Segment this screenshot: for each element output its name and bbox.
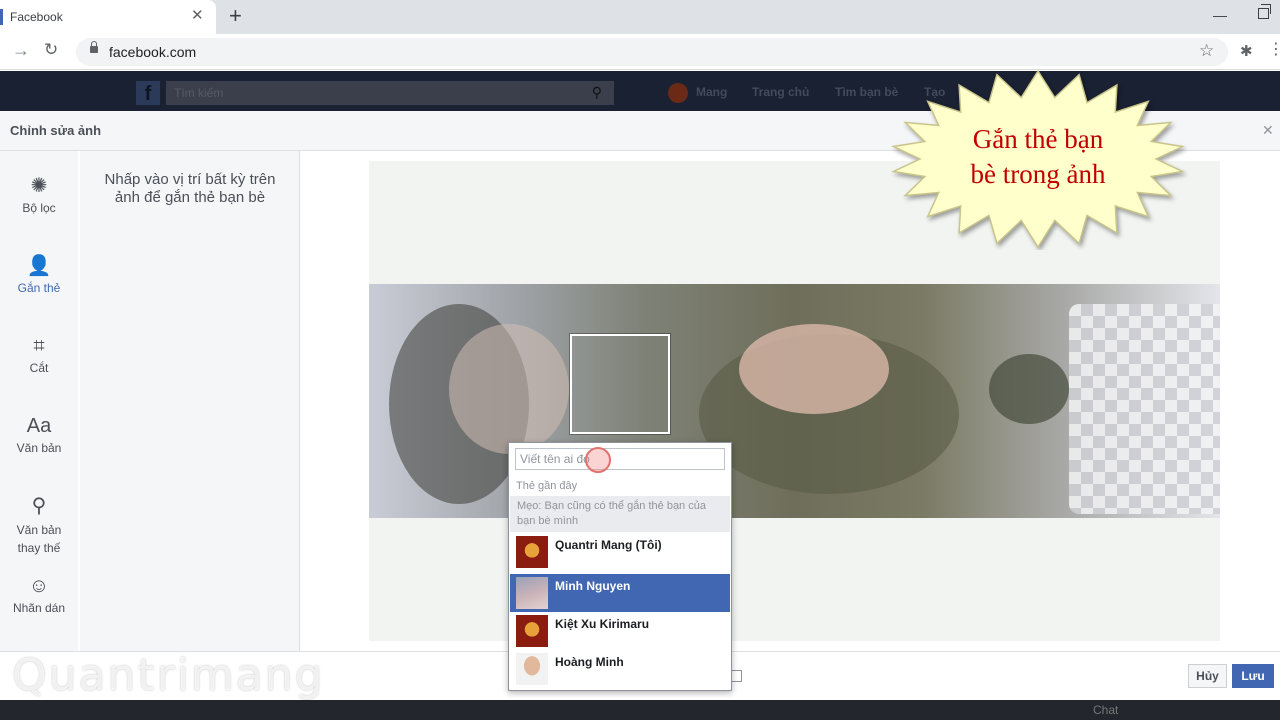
cancel-button[interactable]: Hủy <box>1188 664 1227 688</box>
tag-instruction: Nhấp vào vị trí bất kỳ trên ảnh để gắn t… <box>104 171 276 206</box>
tag-tip: Mẹo: Bạn cũng có thể gắn thẻ bạn của bạn… <box>510 496 730 532</box>
facebook-search-input[interactable]: Tìm kiếm ⚲ <box>166 81 614 105</box>
tag-name-input[interactable] <box>515 448 725 470</box>
avatar <box>516 653 548 685</box>
tag-person-icon: 👤 <box>26 255 52 277</box>
address-bar[interactable]: facebook.com ☆ <box>76 38 1228 66</box>
friend-name: Hoàng Minh <box>555 655 624 669</box>
menu-kebab-icon[interactable]: ⋮ <box>1268 42 1280 58</box>
facebook-favicon-icon <box>0 9 3 25</box>
browser-toolbar: → ↻ facebook.com ☆ ✱ ⋮ <box>0 34 1280 70</box>
tool-sticker[interactable]: ☺ Nhãn dán <box>0 575 78 615</box>
close-tab-icon[interactable]: ✕ <box>191 8 204 24</box>
url-text: facebook.com <box>109 44 197 60</box>
restore-window-icon[interactable] <box>1258 4 1271 19</box>
tab-title: Facebook <box>10 10 63 24</box>
reload-icon[interactable]: ↻ <box>44 40 58 60</box>
editable-photo[interactable] <box>369 284 1220 518</box>
photo-checker-pattern <box>1069 304 1220 514</box>
chat-label[interactable]: Chat <box>1093 703 1118 717</box>
tool-label: Nhãn dán <box>12 601 66 615</box>
bookmark-star-icon[interactable]: ☆ <box>1199 41 1214 61</box>
extensions-icon[interactable]: ✱ <box>1240 42 1253 60</box>
tool-filter[interactable]: ✺ Bộ lọc <box>0 175 78 215</box>
minimize-icon[interactable]: — <box>1213 7 1227 23</box>
friend-option[interactable]: Hoàng Minh <box>510 650 730 688</box>
smiley-icon: ☺ <box>28 575 50 597</box>
friend-option[interactable]: Kiệt Xu Kirimaru <box>510 612 730 650</box>
avatar <box>516 577 548 609</box>
photo-patch-shape <box>989 354 1069 424</box>
tool-label: Văn bản thay thế <box>16 523 62 555</box>
new-tab-icon[interactable]: + <box>229 5 242 27</box>
friend-option-selected[interactable]: Minh Nguyen <box>510 574 730 612</box>
browser-tabbar: Facebook ✕ + — <box>0 0 1280 34</box>
tool-crop[interactable]: ⌗ Cắt <box>0 335 78 375</box>
search-placeholder: Tìm kiếm <box>174 86 224 100</box>
tool-alt-text[interactable]: ⚲ Văn bản thay thế <box>0 495 78 557</box>
browser-tab[interactable]: Facebook ✕ <box>0 0 216 34</box>
click-indicator <box>585 447 611 473</box>
facebook-logo-icon[interactable]: f <box>136 81 160 105</box>
tag-instruction-panel: Nhấp vào vị trí bất kỳ trên ảnh để gắn t… <box>80 151 300 651</box>
tool-text[interactable]: Aa Văn bản <box>0 415 78 455</box>
tool-label: Văn bản <box>16 441 62 455</box>
tool-tag[interactable]: 👤 Gắn thẻ <box>0 255 78 295</box>
nav-home[interactable]: Trang chủ <box>752 85 809 99</box>
tool-label: Gắn thẻ <box>17 281 61 295</box>
profile-avatar[interactable] <box>668 83 688 103</box>
save-button[interactable]: Lưu <box>1232 664 1274 688</box>
close-icon[interactable]: ✕ <box>1262 122 1274 139</box>
photo-hands-shape <box>739 324 889 414</box>
forward-icon[interactable]: → <box>12 40 30 61</box>
avatar <box>516 615 548 647</box>
crop-icon: ⌗ <box>33 335 45 357</box>
tag-selection-box[interactable] <box>570 334 670 434</box>
callout-line-2: bè trong ảnh <box>970 159 1106 189</box>
nav-profile[interactable]: Mang <box>696 85 727 99</box>
tag-friend-dropdown: Thẻ gần đây Mẹo: Bạn cũng có thể gắn thẻ… <box>508 442 732 691</box>
callout-line-1: Gắn thẻ bạn <box>972 124 1104 154</box>
friend-name: Minh Nguyen <box>555 579 631 593</box>
friend-option[interactable]: Quantri Mang (Tôi) <box>510 533 730 571</box>
callout-text: Gắn thẻ bạn bè trong ảnh <box>888 122 1188 192</box>
dialog-title: Chỉnh sửa ảnh <box>10 123 102 138</box>
photo-face-shape <box>449 324 569 454</box>
watermark-logo: Quantrimang <box>12 650 325 701</box>
friend-name: Kiệt Xu Kirimaru <box>555 617 650 631</box>
search-icon: ⚲ <box>31 495 47 517</box>
text-icon: Aa <box>26 415 52 437</box>
lock-icon <box>90 41 98 53</box>
filter-icon: ✺ <box>30 175 48 197</box>
tool-label: Bộ lọc <box>22 201 56 215</box>
friend-name: Quantri Mang (Tôi) <box>555 538 662 552</box>
edit-tools-sidebar: ✺ Bộ lọc 👤 Gắn thẻ ⌗ Cắt Aa Văn bản ⚲ Vă… <box>0 151 78 651</box>
page-bottom-strip: Chat <box>0 700 1280 720</box>
avatar <box>516 536 548 568</box>
search-icon[interactable]: ⚲ <box>592 84 602 101</box>
tool-label: Cắt <box>29 361 49 375</box>
recent-tags-heading: Thẻ gần đây <box>516 480 578 492</box>
